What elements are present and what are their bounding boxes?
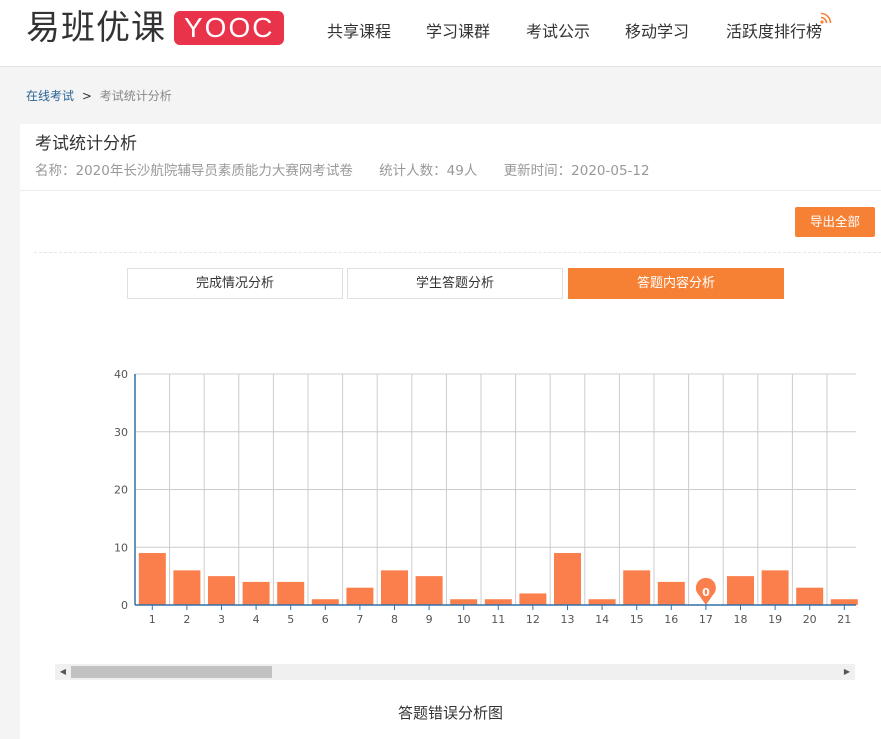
x-tick-label: 15 bbox=[630, 613, 644, 626]
bar bbox=[588, 599, 616, 605]
x-tick-label: 20 bbox=[803, 613, 817, 626]
bar bbox=[208, 576, 235, 605]
nav-course-groups[interactable]: 学习课群 bbox=[426, 20, 490, 44]
chart-horizontal-scrollbar[interactable]: ◀ ▶ bbox=[55, 664, 855, 680]
bar bbox=[554, 553, 581, 605]
logo-badge: YOOC bbox=[174, 11, 285, 45]
bar bbox=[623, 570, 651, 605]
y-tick-label: 30 bbox=[114, 426, 128, 439]
breadcrumb-current: 考试统计分析 bbox=[99, 89, 172, 103]
bar bbox=[311, 599, 339, 605]
logo-text: 易班优课 bbox=[26, 8, 166, 48]
x-tick-label: 13 bbox=[561, 613, 575, 626]
nav-shared-courses[interactable]: 共享课程 bbox=[327, 20, 391, 44]
y-tick-label: 20 bbox=[114, 484, 128, 497]
x-tick-label: 21 bbox=[837, 613, 851, 626]
scroll-right-arrow-icon[interactable]: ▶ bbox=[839, 664, 855, 680]
x-tick-label: 7 bbox=[356, 613, 363, 626]
x-tick-label: 10 bbox=[457, 613, 471, 626]
bar bbox=[484, 599, 512, 605]
bar bbox=[381, 570, 408, 605]
breadcrumb-separator: > bbox=[81, 89, 92, 103]
bar bbox=[796, 587, 824, 605]
x-tick-label: 5 bbox=[287, 613, 294, 626]
x-tick-label: 14 bbox=[595, 613, 609, 626]
x-tick-label: 4 bbox=[253, 613, 260, 626]
error-bar-chart: 0102030401 2 3 4 5 6 7 8 9 10 11 12 13 14 15 16 17 18 19 20… bbox=[114, 368, 858, 626]
bar bbox=[138, 553, 166, 605]
top-bar: 易班优课 YOOC 共享课程 学习课群 考试公示 移动学习 活跃度排行榜 bbox=[0, 0, 881, 67]
bar bbox=[450, 599, 478, 605]
x-tick-label: 1 bbox=[149, 613, 156, 626]
chart-title: 答题错误分析图 bbox=[397, 704, 503, 722]
breadcrumb: 在线考试 > 考试统计分析 bbox=[26, 88, 172, 104]
y-tick-label: 0 bbox=[121, 599, 128, 612]
rss-icon bbox=[820, 12, 832, 24]
nav-activity-ranking[interactable]: 活跃度排行榜 bbox=[726, 20, 822, 44]
bar bbox=[761, 570, 789, 605]
bar bbox=[657, 581, 685, 605]
scroll-thumb[interactable] bbox=[71, 666, 272, 678]
value-marker-label: 0 bbox=[702, 586, 710, 599]
x-tick-label: 9 bbox=[426, 613, 433, 626]
scroll-left-arrow-icon[interactable]: ◀ bbox=[55, 664, 71, 680]
x-tick-label: 11 bbox=[491, 613, 505, 626]
nav-mobile-learning[interactable]: 移动学习 bbox=[625, 20, 689, 44]
x-tick-label: 3 bbox=[218, 613, 225, 626]
breadcrumb-online-exam[interactable]: 在线考试 bbox=[26, 89, 74, 103]
x-tick-label: 2 bbox=[183, 613, 190, 626]
stats-panel: 考试统计分析 名称：2020年长沙航院辅导员素质能力大赛网考试卷 统计人数：49… bbox=[20, 124, 881, 739]
y-tick-label: 40 bbox=[114, 368, 128, 381]
bar bbox=[415, 576, 443, 605]
x-tick-label: 16 bbox=[664, 613, 678, 626]
y-tick-label: 10 bbox=[114, 541, 128, 554]
bar bbox=[346, 587, 374, 605]
bar bbox=[173, 570, 201, 605]
x-tick-label: 19 bbox=[768, 613, 782, 626]
x-tick-label: 18 bbox=[734, 613, 748, 626]
bar bbox=[519, 593, 547, 605]
x-tick-label: 12 bbox=[526, 613, 540, 626]
x-tick-label: 6 bbox=[322, 613, 329, 626]
bar bbox=[277, 581, 305, 605]
logo[interactable]: 易班优课 YOOC bbox=[26, 8, 285, 48]
x-tick-label: 17 bbox=[699, 613, 713, 626]
bar bbox=[830, 599, 858, 605]
x-tick-label: 8 bbox=[391, 613, 398, 626]
nav-exam-notice[interactable]: 考试公示 bbox=[526, 20, 590, 44]
bar bbox=[242, 581, 270, 605]
bar bbox=[727, 576, 754, 605]
